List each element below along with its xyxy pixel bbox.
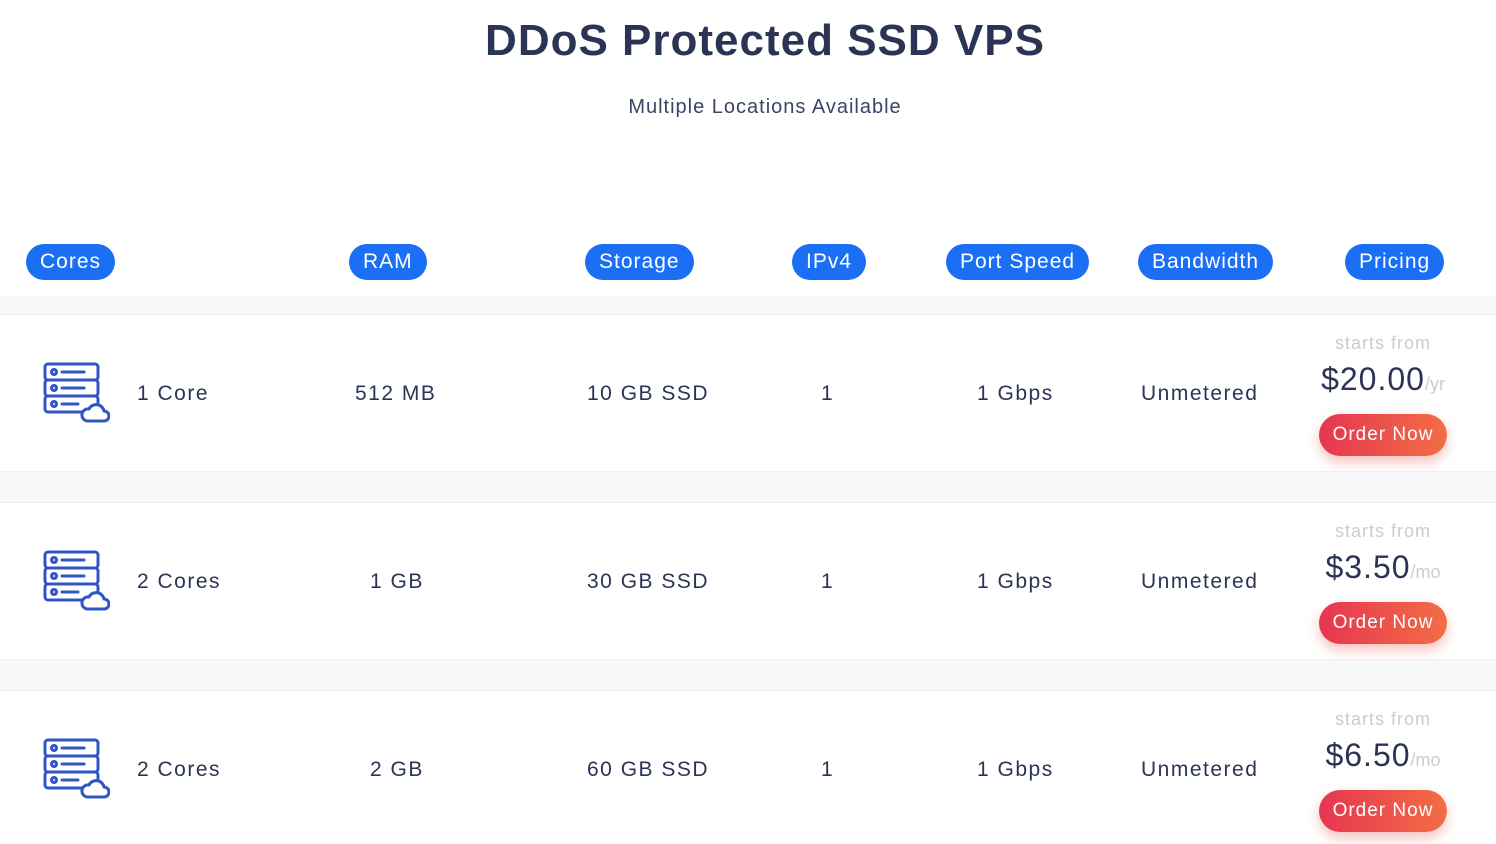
plan-storage: 60 GB SSD bbox=[587, 758, 710, 781]
order-now-button[interactable]: Order Now bbox=[1319, 790, 1447, 832]
price-amount: $3.50 bbox=[1325, 549, 1411, 585]
plan-price: $20.00/yr bbox=[1303, 361, 1463, 398]
plan-bandwidth: Unmetered bbox=[1141, 570, 1259, 593]
plan-port-speed: 1 Gbps bbox=[977, 758, 1054, 781]
price-period: /mo bbox=[1410, 562, 1441, 582]
plan-storage: 30 GB SSD bbox=[587, 570, 710, 593]
plan-bandwidth: Unmetered bbox=[1141, 758, 1259, 781]
plan-cores: 2 Cores bbox=[137, 758, 222, 781]
column-header-port-speed: Port Speed bbox=[946, 244, 1090, 280]
plan-bandwidth: Unmetered bbox=[1141, 382, 1259, 405]
plan-row: 1 Core 512 MB 10 GB SSD 1 1 Gbps Unmeter… bbox=[0, 314, 1496, 472]
plan-row: 2 Cores 2 GB 60 GB SSD 1 1 Gbps Unmetere… bbox=[0, 690, 1496, 844]
plan-ipv4: 1 bbox=[821, 570, 835, 593]
plan-ram: 2 GB bbox=[370, 758, 424, 781]
server-cloud-icon bbox=[43, 738, 110, 799]
price-amount: $20.00 bbox=[1321, 361, 1425, 397]
order-now-button[interactable]: Order Now bbox=[1319, 602, 1447, 644]
plan-price: $3.50/mo bbox=[1303, 549, 1463, 586]
plan-port-speed: 1 Gbps bbox=[977, 382, 1054, 405]
page-subtitle: Multiple Locations Available bbox=[628, 96, 902, 118]
plan-ram: 512 MB bbox=[355, 382, 437, 405]
row-separator bbox=[0, 660, 1496, 690]
row-separator bbox=[0, 472, 1496, 502]
plan-cores: 1 Core bbox=[137, 382, 210, 405]
plan-cores: 2 Cores bbox=[137, 570, 222, 593]
price-period: /yr bbox=[1424, 374, 1445, 394]
starts-from-label: starts from bbox=[1334, 333, 1431, 353]
plan-price: $6.50/mo bbox=[1303, 737, 1463, 774]
server-cloud-icon bbox=[43, 550, 110, 611]
column-header-ipv4: IPv4 bbox=[792, 244, 867, 280]
column-header-bandwidth: Bandwidth bbox=[1138, 244, 1274, 280]
column-header-storage: Storage bbox=[585, 244, 694, 280]
plan-ipv4: 1 bbox=[821, 382, 835, 405]
price-period: /mo bbox=[1410, 750, 1441, 770]
row-separator bbox=[0, 296, 1496, 314]
server-cloud-icon bbox=[43, 362, 110, 423]
column-header-pricing: Pricing bbox=[1345, 244, 1445, 280]
column-header-cores: Cores bbox=[26, 244, 116, 280]
plan-storage: 10 GB SSD bbox=[587, 382, 710, 405]
column-header-ram: RAM bbox=[349, 244, 427, 280]
plan-row: 2 Cores 1 GB 30 GB SSD 1 1 Gbps Unmetere… bbox=[0, 502, 1496, 660]
plan-port-speed: 1 Gbps bbox=[977, 570, 1054, 593]
plan-ipv4: 1 bbox=[821, 758, 835, 781]
order-now-button[interactable]: Order Now bbox=[1319, 414, 1447, 456]
starts-from-label: starts from bbox=[1334, 521, 1431, 541]
starts-from-label: starts from bbox=[1334, 709, 1431, 729]
price-amount: $6.50 bbox=[1325, 737, 1411, 773]
plan-ram: 1 GB bbox=[370, 570, 424, 593]
page-title: DDoS Protected SSD VPS bbox=[485, 16, 1045, 65]
pricing-page: DDoS Protected SSD VPS Multiple Location… bbox=[0, 0, 1496, 844]
